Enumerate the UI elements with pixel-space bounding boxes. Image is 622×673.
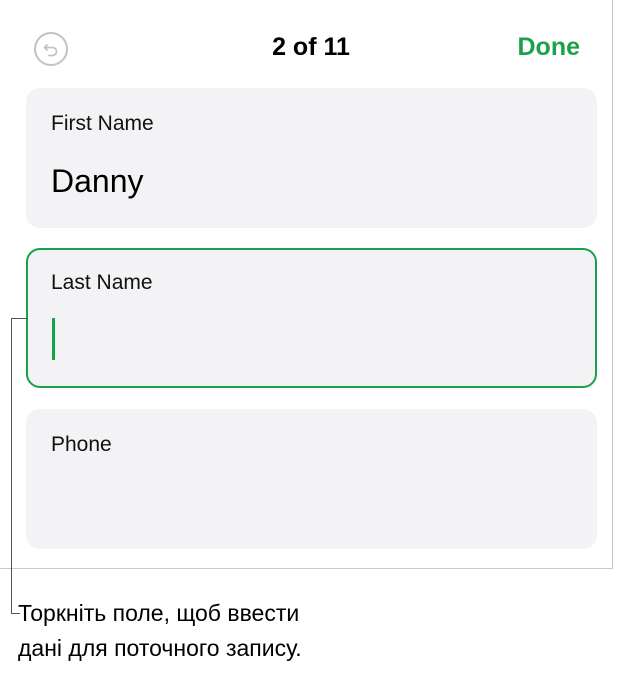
field-label: Last Name	[51, 271, 153, 294]
text-cursor	[52, 318, 55, 360]
callout-leader-top	[11, 318, 28, 319]
field-value: Danny	[51, 163, 144, 199]
callout-line-1: Торкніть поле, щоб ввести	[18, 600, 300, 626]
done-button[interactable]: Done	[518, 33, 581, 62]
field-label: Phone	[51, 433, 112, 456]
header-bar: 2 of 11 Done	[0, 0, 612, 88]
callout-line-2: дані для поточного запису.	[18, 635, 302, 661]
field-first-name[interactable]: First Name Danny	[26, 88, 597, 228]
callout-text: Торкніть поле, щоб ввести дані для поточ…	[18, 596, 438, 666]
record-editor-panel: 2 of 11 Done First Name Danny Last Name …	[0, 0, 613, 569]
field-last-name[interactable]: Last Name	[26, 248, 597, 388]
field-phone[interactable]: Phone	[26, 409, 597, 549]
callout-leader-line	[11, 318, 12, 614]
field-label: First Name	[51, 112, 154, 135]
